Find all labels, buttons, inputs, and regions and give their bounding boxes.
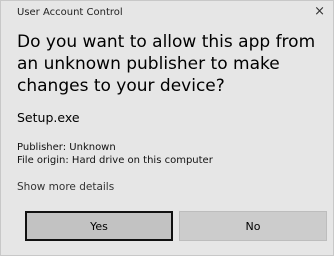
- uac-dialog: User Account Control × Do you want to al…: [0, 0, 334, 256]
- prompt-heading: Do you want to allow this app from an un…: [17, 32, 316, 96]
- button-row: Yes No: [25, 211, 327, 241]
- yes-button[interactable]: Yes: [25, 211, 173, 241]
- publisher-text: Publisher: Unknown: [17, 142, 116, 153]
- close-icon[interactable]: ×: [314, 5, 325, 18]
- app-name: Setup.exe: [17, 110, 80, 125]
- title-bar: User Account Control ×: [1, 1, 333, 23]
- show-more-details-link[interactable]: Show more details: [1, 167, 130, 193]
- window-title: User Account Control: [17, 6, 123, 18]
- no-button[interactable]: No: [179, 211, 327, 241]
- publisher-info: Publisher: Unknown File origin: Hard dri…: [1, 125, 333, 167]
- file-origin-text: File origin: Hard drive on this computer: [17, 155, 213, 166]
